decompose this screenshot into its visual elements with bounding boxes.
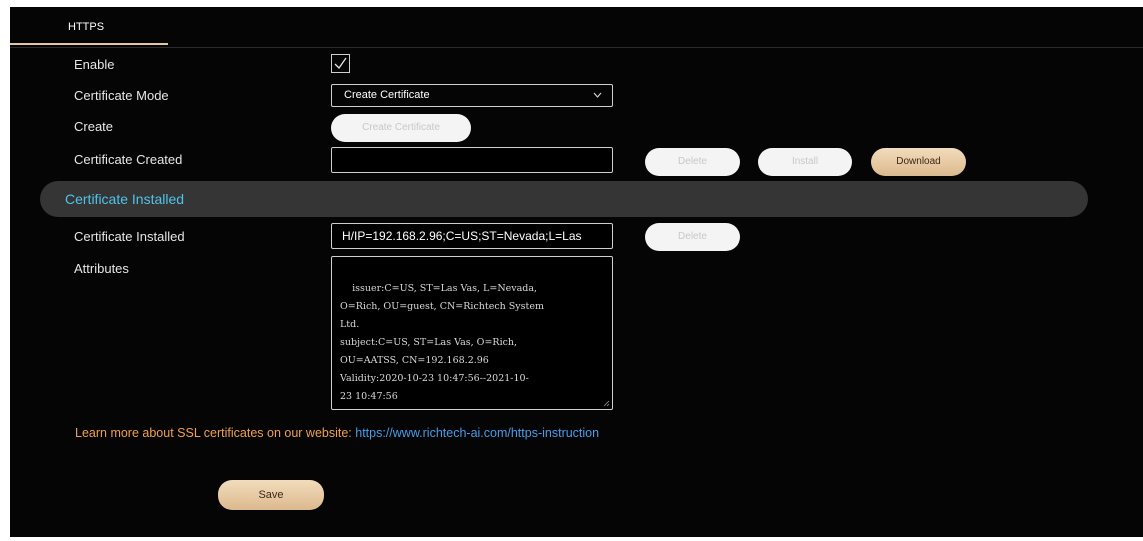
tab-bar: HTTPS: [10, 7, 1143, 48]
attributes-textarea[interactable]: issuer:C=US, ST=Las Vas, L=Nevada, O=Ric…: [331, 256, 613, 410]
certificate-mode-value: Create Certificate: [344, 89, 430, 101]
certificate-installed-label: Certificate Installed: [74, 229, 185, 244]
certificate-mode-label: Certificate Mode: [74, 88, 169, 103]
attributes-label: Attributes: [74, 261, 129, 276]
create-certificate-button[interactable]: Create Certificate: [331, 114, 471, 142]
certificate-created-label: Certificate Created: [74, 152, 183, 167]
certificate-mode-select[interactable]: Create Certificate: [331, 84, 613, 107]
enable-label: Enable: [74, 57, 115, 72]
checkmark-icon: [334, 57, 347, 70]
certificate-installed-section-header: Certificate Installed: [40, 181, 1088, 217]
install-button[interactable]: Install: [758, 148, 852, 176]
resize-handle-icon[interactable]: [603, 400, 610, 407]
enable-checkbox[interactable]: [331, 54, 350, 73]
certificate-installed-field[interactable]: H/IP=192.168.2.96;C=US;ST=Nevada;L=Las: [331, 223, 613, 249]
create-label: Create: [74, 119, 114, 134]
attributes-text: issuer:C=US, ST=Las Vas, L=Nevada, O=Ric…: [340, 283, 544, 402]
save-button[interactable]: Save: [218, 480, 324, 510]
certificate-created-delete-button[interactable]: Delete: [645, 148, 740, 176]
tab-https[interactable]: HTTPS: [10, 7, 168, 45]
learn-more-text: Learn more about SSL certificates on our…: [75, 426, 356, 440]
certificate-installed-delete-button[interactable]: Delete: [645, 223, 740, 251]
https-instruction-link[interactable]: https://www.richtech-ai.com/https-instru…: [355, 426, 599, 440]
download-button[interactable]: Download: [871, 148, 966, 176]
learn-more-line: Learn more about SSL certificates on our…: [75, 426, 599, 440]
chevron-down-icon: [593, 92, 602, 98]
certificate-created-field[interactable]: [331, 147, 613, 173]
https-settings-panel: HTTPS Enable Certificate Mode Create Cer…: [10, 7, 1143, 537]
